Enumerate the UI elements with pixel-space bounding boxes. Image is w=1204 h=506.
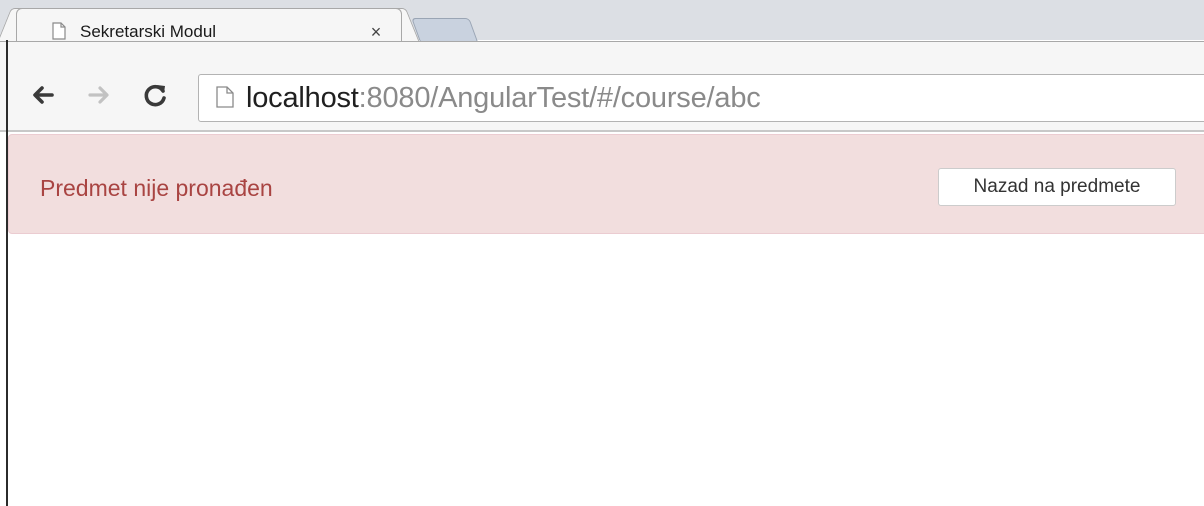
url-host: localhost bbox=[246, 82, 359, 114]
page-icon bbox=[216, 86, 234, 108]
browser-window: Sekretarski Modul × localhost:8080/Angul… bbox=[0, 0, 1204, 506]
back-arrow-icon[interactable] bbox=[28, 80, 58, 110]
close-icon[interactable]: × bbox=[366, 22, 386, 42]
reload-icon[interactable] bbox=[140, 80, 170, 110]
window-edge bbox=[6, 40, 8, 506]
alert-message: Predmet nije pronađen bbox=[40, 175, 273, 201]
forward-arrow-icon[interactable] bbox=[84, 80, 114, 110]
url-path: :8080/AngularTest/#/course/abc bbox=[358, 82, 761, 114]
tab-title: Sekretarski Modul bbox=[80, 22, 217, 41]
address-url: localhost:8080/AngularTest/#/course/abc bbox=[246, 82, 761, 114]
page-icon bbox=[52, 22, 66, 40]
back-to-courses-button[interactable]: Nazad na predmete bbox=[938, 168, 1176, 206]
toolbar-divider bbox=[0, 130, 1204, 132]
